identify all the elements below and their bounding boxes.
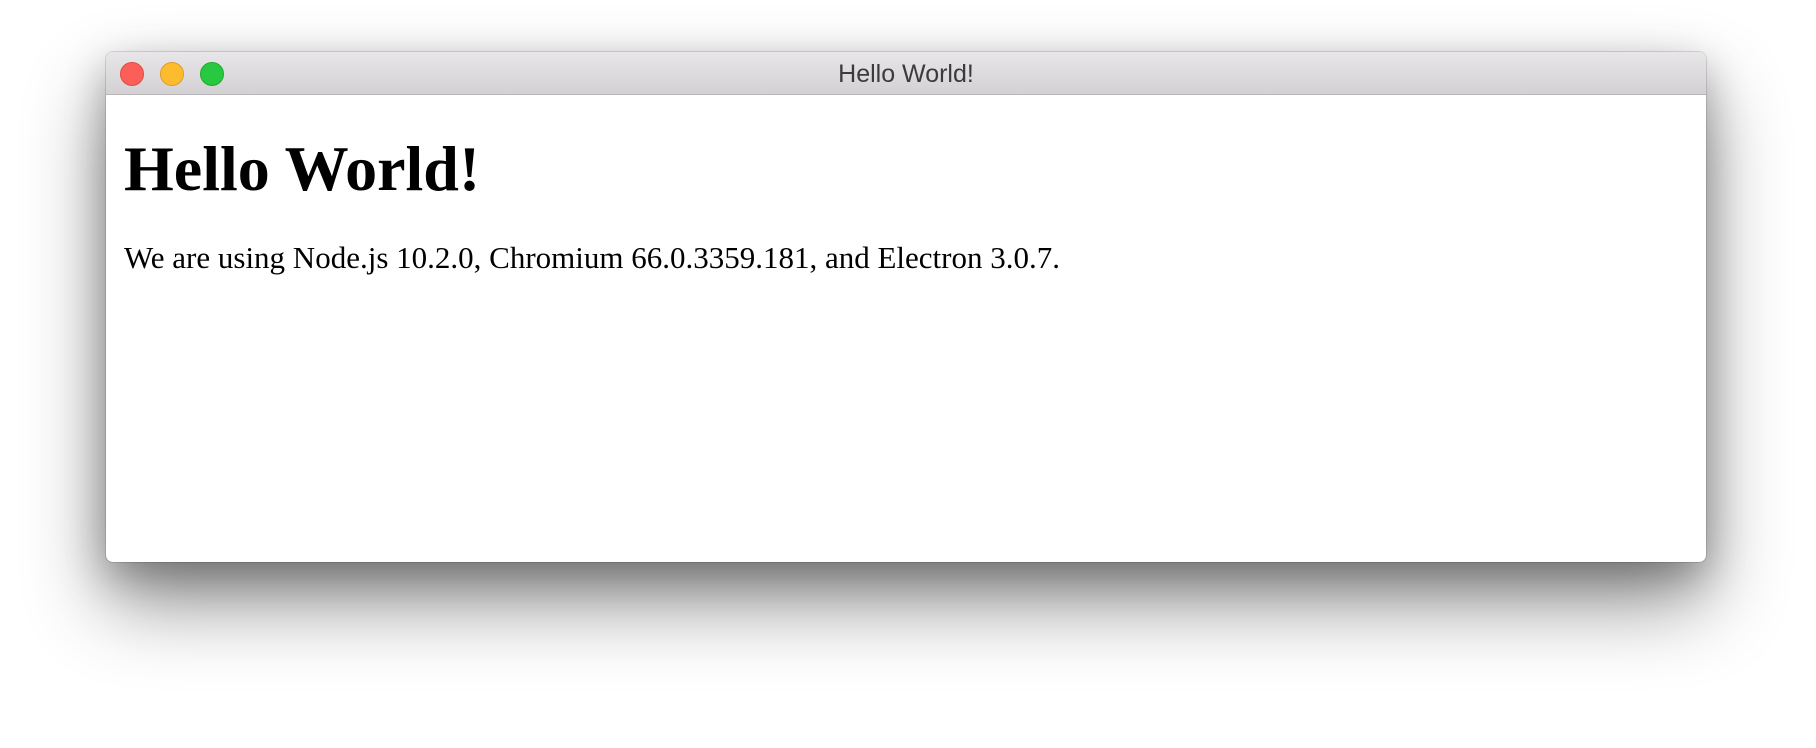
chromium-version: 66.0.3359.181 (631, 240, 810, 275)
versions-suffix: . (1052, 240, 1060, 275)
electron-version: 3.0.7 (990, 240, 1053, 275)
chromium-prefix: , Chromium (473, 240, 632, 275)
node-version: 10.2.0 (396, 240, 474, 275)
page-content: Hello World! We are using Node.js 10.2.0… (106, 95, 1706, 277)
versions-prefix: We are using Node.js (124, 240, 397, 275)
window-titlebar[interactable]: Hello World! (106, 52, 1706, 95)
page-heading: Hello World! (124, 133, 481, 204)
desktop: Hello World! Hello World! We are using N… (0, 0, 1816, 748)
window-title: Hello World! (838, 60, 974, 88)
versions-paragraph: We are using Node.js 10.2.0, Chromium 66… (124, 239, 1688, 277)
electron-prefix: , and Electron (809, 240, 991, 275)
app-window: Hello World! Hello World! We are using N… (106, 52, 1706, 562)
